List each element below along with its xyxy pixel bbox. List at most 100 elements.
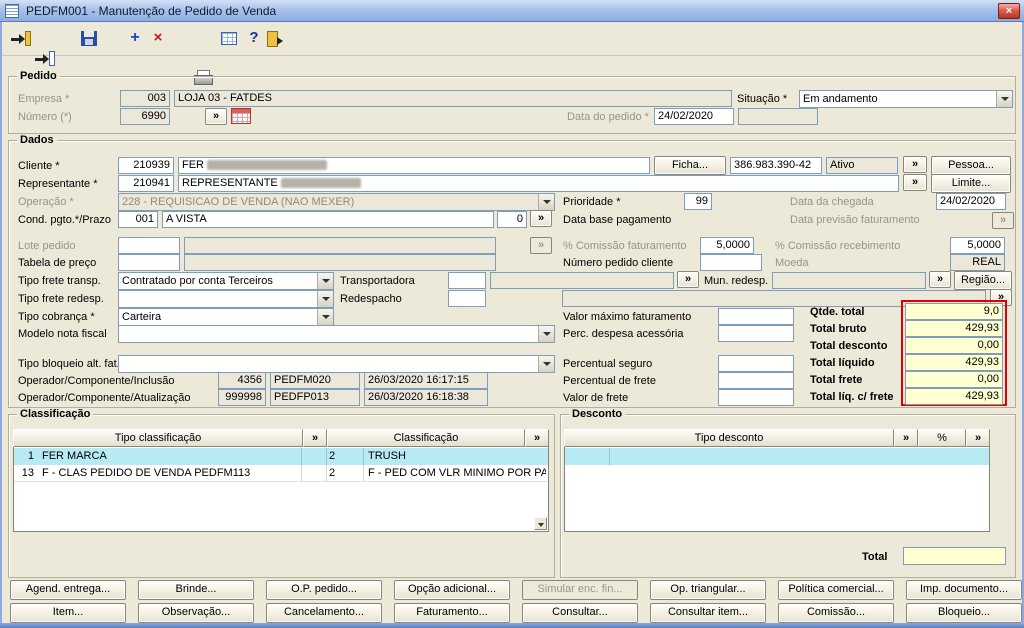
situacao-select[interactable]: Em andamento [799,90,1013,108]
table-row[interactable]: 13 F - CLAS PEDIDO DE VENDA PEDFM113 2 F… [14,465,548,482]
goto-icon[interactable] [10,29,32,49]
transportadora-label: Transportadora [340,275,415,288]
agend-entrega-button[interactable]: Agend. entrega... [10,580,126,600]
classificacao-tipo-lookup-header[interactable]: » [303,429,327,447]
desconto-tipo-lookup-header[interactable]: » [894,429,918,447]
classificacao-header-tipo[interactable]: Tipo classificação [13,429,303,447]
comissao-rec-field[interactable]: 5,0000 [950,237,1005,254]
op-pedido-button[interactable]: O.P. pedido... [266,580,382,600]
representante-lookup-button[interactable]: » [903,174,927,191]
num-pedido-cliente-field[interactable] [700,254,762,271]
op-triangular-button[interactable]: Op. triangular... [650,580,766,600]
modelo-nf-select[interactable] [118,325,555,343]
data-chegada-field[interactable]: 24/02/2020 [936,193,1006,210]
cliente-status-field: Ativo [826,157,898,174]
mun-redesp-lookup-button[interactable]: » [929,271,951,288]
table-row[interactable] [565,448,989,465]
chevron-down-icon[interactable] [317,309,333,325]
close-button[interactable]: × [998,3,1020,19]
qtde-total-field: 9,0 [905,303,1003,320]
desconto-header-tipo[interactable]: Tipo desconto [564,429,894,447]
spreadsheet-icon[interactable] [218,29,240,49]
tabela-preco-label: Tabela de preço [18,257,96,270]
cond-pgto-label: Cond. pgto.*/Prazo [18,214,111,227]
lote-code-field[interactable] [118,237,180,254]
classificacao-codigo: 2 [326,448,364,465]
redespacho-code-field[interactable] [448,290,486,307]
transportadora-lookup-button[interactable]: » [677,271,699,288]
tipo-frete-redesp-select[interactable] [118,290,334,308]
pessoa-button[interactable]: Pessoa... [931,156,1011,175]
tipo-cobranca-select[interactable]: Carteira [118,308,334,326]
table-row[interactable]: 1 FER MARCA 2 TRUSH [14,448,548,465]
comissao-rec-label: % Comissão recebimento [775,240,900,253]
desconto-pct-lookup-header[interactable]: » [966,429,990,447]
add-icon[interactable]: + [124,29,146,49]
faturamento-button[interactable]: Faturamento... [394,603,510,623]
cliente-name-field[interactable]: FER [178,157,650,174]
cond-pgto-lookup-button[interactable]: » [530,210,552,227]
exit-icon[interactable] [264,29,286,49]
calendar-icon[interactable] [231,108,251,124]
help-icon[interactable]: ? [243,29,265,49]
regiao-button[interactable]: Região... [954,271,1012,290]
cond-pgto-code-field[interactable]: 001 [118,211,158,228]
tabela-preco-code-field[interactable] [118,254,180,271]
comissao-fat-field[interactable]: 5,0000 [700,237,754,254]
perc-frete-field[interactable] [718,372,794,389]
classificacao-class-lookup-header[interactable]: » [525,429,549,447]
item-button[interactable]: Item... [10,603,126,623]
window-left-border [0,22,2,623]
representante-code-field[interactable]: 210941 [118,175,174,192]
data-pedido-field[interactable]: 24/02/2020 [654,108,734,125]
tabela-preco-name-field [184,254,496,271]
chevron-down-icon[interactable] [538,356,554,372]
chevron-down-icon[interactable] [996,91,1012,107]
chevron-down-icon[interactable] [317,273,333,289]
transportadora-code-field[interactable] [448,272,486,289]
open-window-icon[interactable] [34,49,56,69]
perc-seguro-field[interactable] [718,355,794,372]
bloqueio-button[interactable]: Bloqueio... [906,603,1022,623]
save-icon[interactable] [78,29,100,49]
cliente-cpf-field[interactable]: 386.983.390-42 [730,157,822,174]
classificacao-header-class[interactable]: Classificação [327,429,525,447]
representante-name-field[interactable]: REPRESENTANTE [178,175,899,192]
classificacao-nome: F - PED COM VLR MINIMO POR PARCELA [366,465,546,482]
mun-redesp-field [772,272,926,289]
cond-pgto-name-field[interactable]: A VISTA [162,211,494,228]
valor-frete-field[interactable] [718,389,794,406]
tipo-frete-transp-select[interactable]: Contratado por conta Terceiros [118,272,334,290]
opcao-adicional-button[interactable]: Opção adicional... [394,580,510,600]
ficha-button[interactable]: Ficha... [654,156,726,175]
chevron-down-icon[interactable] [317,291,333,307]
cliente-lookup-button[interactable]: » [903,156,927,173]
classificacao-codigo: 2 [326,465,364,482]
consultar-button[interactable]: Consultar... [522,603,638,623]
politica-comercial-button[interactable]: Política comercial... [778,580,894,600]
prioridade-field[interactable]: 99 [684,193,712,210]
perc-despesa-label: Perc. despesa acessória [563,328,683,341]
imp-documento-button[interactable]: Imp. documento... [906,580,1022,600]
op-inclusao-label: Operador/Componente/Inclusão [18,375,175,388]
cliente-code-field[interactable]: 210939 [118,157,174,174]
cliente-label: Cliente * [18,160,60,173]
numero-lookup-button[interactable]: » [205,108,227,125]
tipo-bloqueio-select[interactable] [118,355,555,373]
cancelamento-button[interactable]: Cancelamento... [266,603,382,623]
consultar-item-button[interactable]: Consultar item... [650,603,766,623]
delete-icon[interactable]: × [147,29,169,49]
chevron-down-icon[interactable] [538,326,554,342]
valor-max-fat-field[interactable] [718,308,794,325]
limite-button[interactable]: Limite... [931,174,1011,193]
total-liquido-field: 429,93 [905,354,1003,371]
exit-door-shape [267,31,278,47]
perc-despesa-field[interactable] [718,325,794,342]
tipo-frete-redesp-label: Tipo frete redesp. [18,293,104,306]
scroll-down-button[interactable] [534,517,547,530]
brinde-button[interactable]: Brinde... [138,580,254,600]
observacao-button[interactable]: Observação... [138,603,254,623]
desconto-header-pct[interactable]: % [918,429,966,447]
prazo-field[interactable]: 0 [497,211,527,228]
comissao-button[interactable]: Comissão... [778,603,894,623]
